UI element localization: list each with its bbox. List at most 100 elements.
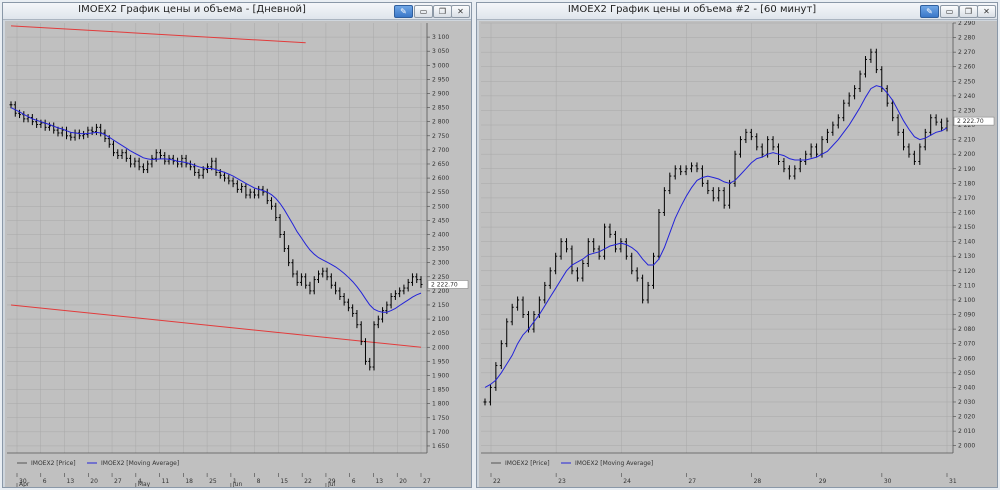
y-tick-label: 2 230 — [958, 107, 975, 114]
x-tick-label: 31 — [949, 478, 957, 485]
window-titlebar[interactable]: IMOEX2 График цены и объема #2 - [60 мин… — [477, 3, 997, 20]
x-tick-label: 20 — [90, 478, 98, 485]
x-tick-label: 29 — [819, 478, 827, 485]
y-tick-label: 2 200 — [432, 288, 449, 295]
y-tick-label: 1 900 — [432, 372, 449, 379]
current-price-label: 2 222.70 — [957, 118, 984, 125]
y-tick-label: 2 400 — [432, 231, 449, 238]
current-price-label: 2 222.70 — [431, 281, 458, 288]
daily-price-chart[interactable]: 3 100 3 050 3 000 2 950 2 900 2 850 2 800 2 750… — [5, 21, 471, 487]
y-tick-label: 2 010 — [958, 428, 975, 435]
x-tick-label: 27 — [114, 478, 122, 485]
y-tick-label: 1 700 — [432, 429, 449, 436]
restore-icon[interactable]: ❐ — [959, 5, 978, 18]
x-tick-label: 13 — [67, 478, 75, 485]
x-tick-label: 18 — [185, 478, 193, 485]
minimize-icon[interactable]: ▭ — [414, 5, 433, 18]
y-tick-label: 2 080 — [958, 326, 975, 333]
chart-background — [479, 21, 997, 487]
x-tick-label: 27 — [423, 478, 431, 485]
x-tick-label: 25 — [209, 478, 217, 485]
y-tick-label: 2 200 — [958, 151, 975, 158]
x-tick-label: 13 — [375, 478, 383, 485]
month-label: Jul — [327, 481, 336, 487]
y-tick-label: 2 180 — [958, 180, 975, 187]
chart-area[interactable]: 2 290 2 280 2 270 2 260 2 250 2 240 2 230 2 220… — [479, 21, 997, 487]
close-icon[interactable]: ✕ — [451, 5, 470, 18]
y-tick-label: 2 800 — [432, 119, 449, 126]
y-tick-label: 2 100 — [958, 297, 975, 304]
y-tick-label: 2 090 — [958, 312, 975, 319]
restore-icon[interactable]: ❐ — [433, 5, 452, 18]
y-tick-label: 2 900 — [432, 90, 449, 97]
x-tick-label: 8 — [257, 478, 261, 485]
y-tick-label: 2 040 — [958, 384, 975, 391]
y-tick-label: 3 100 — [432, 34, 449, 41]
x-tick-label: 27 — [688, 478, 696, 485]
y-tick-label: 1 950 — [432, 358, 449, 365]
pen-icon[interactable]: ✎ — [394, 5, 413, 18]
y-tick-label: 1 850 — [432, 387, 449, 394]
x-tick-label: 24 — [623, 478, 631, 485]
y-tick-label: 2 020 — [958, 414, 975, 421]
y-tick-label: 2 600 — [432, 175, 449, 182]
x-tick-label: 6 — [43, 478, 47, 485]
y-tick-label: 2 050 — [958, 370, 975, 377]
x-tick-label: 20 — [399, 478, 407, 485]
y-tick-label: 2 170 — [958, 195, 975, 202]
y-tick-label: 2 120 — [958, 268, 975, 275]
y-tick-label: 2 100 — [432, 316, 449, 323]
y-tick-label: 2 130 — [958, 253, 975, 260]
y-tick-label: 2 190 — [958, 166, 975, 173]
window-titlebar[interactable]: IMOEX2 График цены и объема - [Дневной] … — [3, 3, 471, 20]
y-tick-label: 1 800 — [432, 401, 449, 408]
y-tick-label: 2 700 — [432, 147, 449, 154]
y-tick-label: 2 750 — [432, 133, 449, 140]
window-title: IMOEX2 График цены и объема - [Дневной] — [78, 4, 306, 15]
y-tick-label: 1 750 — [432, 415, 449, 422]
y-tick-label: 2 150 — [958, 224, 975, 231]
chart-area[interactable]: 3 100 3 050 3 000 2 950 2 900 2 850 2 800 2 750… — [5, 21, 471, 487]
y-tick-label: 2 850 — [432, 105, 449, 112]
y-tick-label: 2 450 — [432, 217, 449, 224]
pen-icon[interactable]: ✎ — [920, 5, 939, 18]
hourly-chart-window[interactable]: IMOEX2 График цены и объема #2 - [60 мин… — [476, 2, 998, 488]
y-tick-label: 3 000 — [432, 62, 449, 69]
window-title: IMOEX2 График цены и объема #2 - [60 мин… — [567, 4, 817, 15]
month-label: May — [138, 481, 151, 487]
y-tick-label: 2 110 — [958, 282, 975, 289]
y-tick-label: 2 650 — [432, 161, 449, 168]
month-label: Apr — [19, 481, 30, 487]
x-tick-label: 30 — [884, 478, 892, 485]
y-tick-label: 2 260 — [958, 64, 975, 71]
legend-price-label: IMOEX2 [Price] — [505, 460, 550, 467]
y-tick-label: 2 500 — [432, 203, 449, 210]
close-icon[interactable]: ✕ — [977, 5, 996, 18]
y-tick-label: 2 280 — [958, 35, 975, 42]
y-tick-label: 2 950 — [432, 76, 449, 83]
chart-background — [5, 21, 471, 487]
y-tick-label: 2 250 — [958, 78, 975, 85]
daily-chart-window[interactable]: IMOEX2 График цены и объема - [Дневной] … — [2, 2, 472, 488]
hourly-price-chart[interactable]: 2 2902 2802 2702 2602 2502 2402 2302 220… — [479, 21, 997, 487]
minimize-icon[interactable]: ▭ — [940, 5, 959, 18]
x-tick-label: 11 — [162, 478, 170, 485]
y-tick-label: 2 000 — [432, 344, 449, 351]
y-tick-label: 2 060 — [958, 355, 975, 362]
y-tick-label: 1 650 — [432, 443, 449, 450]
y-tick-label: 2 550 — [432, 189, 449, 196]
y-tick-label: 2 140 — [958, 239, 975, 246]
y-tick-label: 3 050 — [432, 48, 449, 55]
y-tick-label: 2 030 — [958, 399, 975, 406]
x-tick-label: 22 — [493, 478, 501, 485]
legend-ma-label: IMOEX2 [Moving Average] — [575, 460, 653, 467]
y-tick-label: 2 240 — [958, 93, 975, 100]
y-tick-label: 2 270 — [958, 49, 975, 56]
y-tick-label: 2 210 — [958, 137, 975, 144]
x-tick-label: 23 — [558, 478, 566, 485]
x-tick-label: 28 — [754, 478, 762, 485]
y-tick-label: 2 300 — [432, 260, 449, 267]
x-tick-label: 15 — [280, 478, 288, 485]
month-label: Jun — [232, 481, 243, 487]
y-tick-label: 2 250 — [432, 274, 449, 281]
